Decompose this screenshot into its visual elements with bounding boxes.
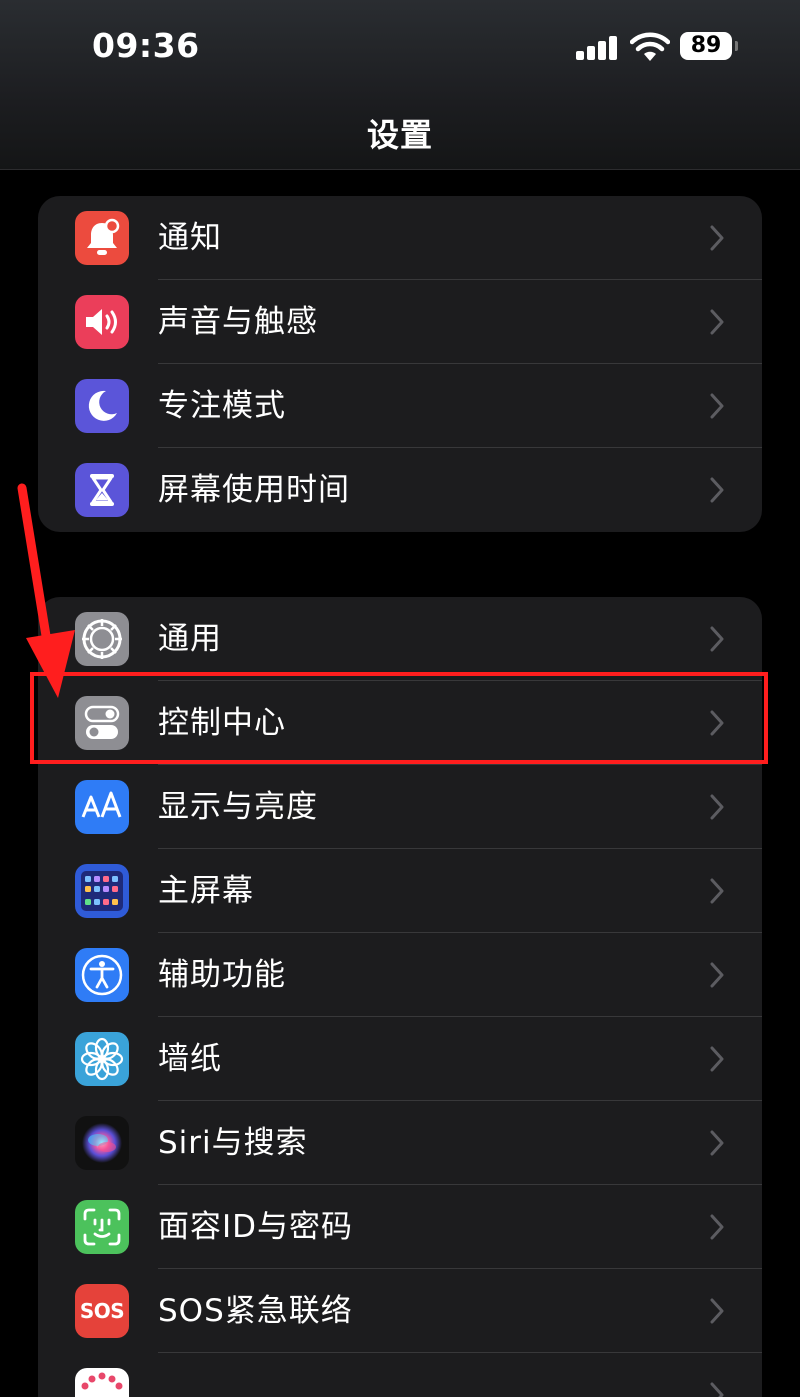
- sos-icon-text: SOS: [79, 1299, 125, 1323]
- wifi-icon: [630, 32, 670, 61]
- row-label: Siri与搜索: [158, 1125, 308, 1161]
- cellular-signal-icon: [576, 36, 618, 60]
- gear-icon: [75, 612, 129, 666]
- row-label: 主屏幕: [158, 873, 254, 909]
- settings-row-emergency-sos[interactable]: SOS SOS紧急联络: [38, 1269, 762, 1353]
- chevron-right-icon: [710, 477, 724, 503]
- status-time: 09:36: [92, 26, 200, 65]
- chevron-right-icon: [710, 710, 724, 736]
- settings-row-face-id-passcode[interactable]: 面容ID与密码: [38, 1185, 762, 1269]
- row-label: 辅助功能: [158, 957, 286, 993]
- row-label: SOS紧急联络: [158, 1293, 353, 1329]
- settings-row-focus[interactable]: 专注模式: [38, 364, 762, 448]
- row-label: 显示与亮度: [158, 789, 318, 825]
- row-label: 声音与触感: [158, 304, 318, 340]
- exposure-dots-icon: [75, 1368, 129, 1397]
- navigation-header: 09:36 89 设置: [0, 0, 800, 170]
- settings-row-accessibility[interactable]: 辅助功能: [38, 933, 762, 1017]
- settings-row-home-screen[interactable]: 主屏幕: [38, 849, 762, 933]
- chevron-right-icon: [710, 1046, 724, 1072]
- row-label: 面容ID与密码: [158, 1209, 354, 1245]
- chevron-right-icon: [710, 1382, 724, 1397]
- settings-group-2: 通用 控制中心 显示与亮度 主屏幕 辅助功能 墙纸 Siri与搜索 面容ID与密…: [38, 597, 762, 1397]
- battery-indicator: 89: [680, 32, 738, 60]
- notification-bell-icon: [75, 211, 129, 265]
- siri-icon: [75, 1116, 129, 1170]
- chevron-right-icon: [710, 1214, 724, 1240]
- speaker-icon: [75, 295, 129, 349]
- chevron-right-icon: [710, 1130, 724, 1156]
- settings-row-wallpaper[interactable]: 墙纸: [38, 1017, 762, 1101]
- settings-group-1: 通知 声音与触感 专注模式 屏幕使用时间: [38, 196, 762, 532]
- settings-row-exposure-notifications[interactable]: [38, 1353, 762, 1397]
- row-label: 屏幕使用时间: [158, 472, 350, 508]
- text-size-icon: [75, 780, 129, 834]
- chevron-right-icon: [710, 626, 724, 652]
- chevron-right-icon: [710, 309, 724, 335]
- row-label: 专注模式: [158, 388, 286, 424]
- page-title: 设置: [366, 116, 433, 154]
- settings-row-notifications[interactable]: 通知: [38, 196, 762, 280]
- settings-row-sounds-haptics[interactable]: 声音与触感: [38, 280, 762, 364]
- chevron-right-icon: [710, 962, 724, 988]
- hourglass-icon: [75, 463, 129, 517]
- home-screen-grid-icon: [75, 864, 129, 918]
- settings-row-siri-search[interactable]: Siri与搜索: [38, 1101, 762, 1185]
- row-label: 通用: [158, 621, 222, 657]
- chevron-right-icon: [710, 225, 724, 251]
- chevron-right-icon: [710, 1298, 724, 1324]
- toggle-switches-icon: [75, 696, 129, 750]
- row-label: 控制中心: [158, 705, 286, 741]
- settings-row-screen-time[interactable]: 屏幕使用时间: [38, 448, 762, 532]
- sos-icon: SOS: [75, 1284, 129, 1338]
- settings-row-display-brightness[interactable]: 显示与亮度: [38, 765, 762, 849]
- settings-row-control-center[interactable]: 控制中心: [38, 681, 762, 765]
- chevron-right-icon: [710, 393, 724, 419]
- row-label: 通知: [158, 220, 222, 256]
- chevron-right-icon: [710, 878, 724, 904]
- row-label: 墙纸: [158, 1041, 222, 1077]
- flower-icon: [75, 1032, 129, 1086]
- chevron-right-icon: [710, 794, 724, 820]
- moon-icon: [75, 379, 129, 433]
- accessibility-person-icon: [75, 948, 129, 1002]
- settings-row-general[interactable]: 通用: [38, 597, 762, 681]
- face-id-icon: [75, 1200, 129, 1254]
